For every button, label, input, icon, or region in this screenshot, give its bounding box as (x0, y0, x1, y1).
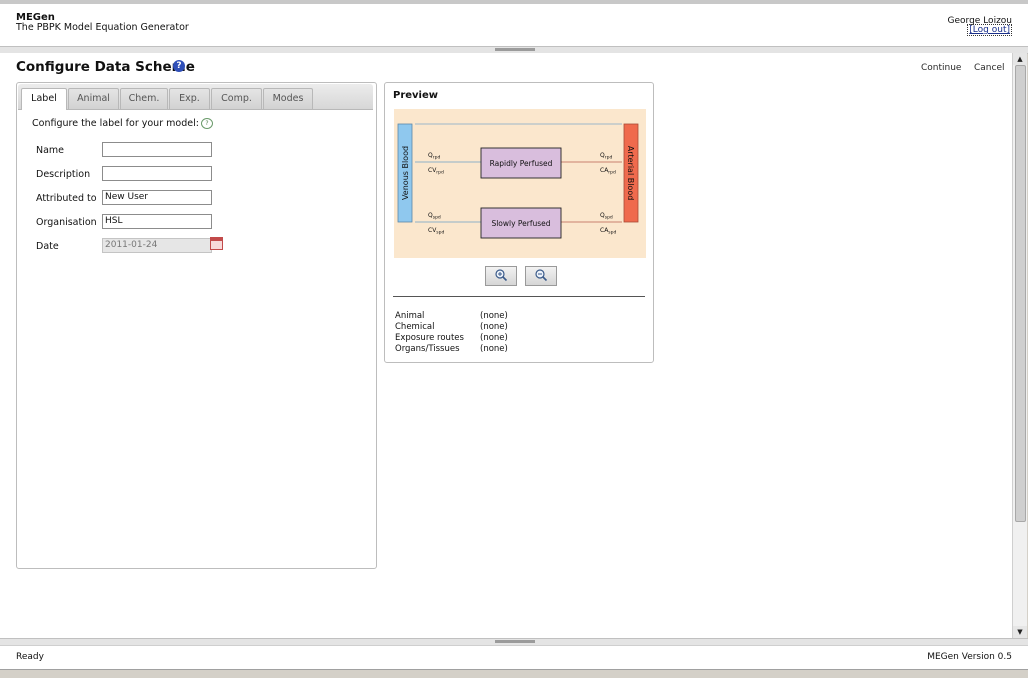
description-label: Description (36, 169, 91, 180)
status-bar: Ready MEGen Version 0.5 (0, 645, 1028, 670)
preview-divider (393, 296, 645, 297)
zoom-in-button[interactable] (485, 266, 517, 286)
summary-row-exposure: Exposure routes (none) (395, 333, 508, 343)
cancel-link[interactable]: Cancel (974, 63, 1005, 73)
scroll-thumb[interactable] (1015, 65, 1026, 522)
date-field: 2011-01-24 (102, 238, 212, 253)
summary-row-animal: Animal (none) (395, 311, 508, 321)
organisation-field[interactable]: HSL (102, 214, 212, 229)
model-diagram: Venous Blood Arterial Blood Rapidly Perf… (394, 109, 646, 258)
calendar-icon[interactable] (210, 237, 223, 250)
summary-key: Chemical (395, 322, 435, 332)
rapidly-perfused-label: Rapidly Perfused (490, 159, 553, 168)
summary-value: (none) (480, 322, 508, 332)
app-header: MEGen The PBPK Model Equation Generator … (0, 4, 1028, 47)
configuration-panel: Label Animal Chem. Exp. Comp. Modes Conf… (16, 82, 377, 569)
status-text: Ready (16, 652, 44, 662)
summary-key: Organs/Tissues (395, 344, 460, 354)
name-label: Name (36, 145, 65, 156)
splitter-grip[interactable] (495, 640, 535, 643)
zoom-out-icon (535, 269, 548, 282)
splitter-grip[interactable] (495, 48, 535, 51)
vertical-scrollbar[interactable]: ▲ ▼ (1012, 53, 1027, 638)
logout-link[interactable]: [Log out] (967, 24, 1012, 36)
tab-animal[interactable]: Animal (68, 88, 119, 109)
summary-value: (none) (480, 333, 508, 343)
attributed-to-field[interactable]: New User (102, 190, 212, 205)
slowly-perfused-label: Slowly Perfused (491, 219, 550, 228)
scroll-down-icon[interactable]: ▼ (1013, 626, 1027, 638)
description-field[interactable] (102, 166, 212, 181)
tab-modes[interactable]: Modes (263, 88, 313, 109)
preview-panel: Preview Venous Blood Arterial Blood Rapi… (384, 82, 654, 363)
app-subtitle: The PBPK Model Equation Generator (16, 22, 189, 33)
zoom-out-button[interactable] (525, 266, 557, 286)
tab-compartments[interactable]: Comp. (211, 88, 262, 109)
tab-label[interactable]: Label (21, 88, 67, 110)
date-label: Date (36, 241, 59, 252)
speech-bubble-icon[interactable]: ? (201, 118, 213, 129)
form-intro: Configure the label for your model: (32, 118, 199, 129)
organisation-label: Organisation (36, 217, 97, 228)
tab-chemical[interactable]: Chem. (120, 88, 168, 109)
summary-row-organs: Organs/Tissues (none) (395, 344, 508, 354)
tab-bar: Label Animal Chem. Exp. Comp. Modes (18, 84, 373, 110)
summary-key: Exposure routes (395, 333, 464, 343)
arterial-blood-label: Arterial Blood (626, 146, 635, 201)
zoom-in-icon (495, 269, 508, 282)
preview-title: Preview (393, 90, 439, 101)
question-circle-icon[interactable]: ? (173, 60, 185, 72)
summary-value: (none) (480, 311, 508, 321)
tab-exposure[interactable]: Exp. (169, 88, 210, 109)
venous-blood-label: Venous Blood (401, 146, 410, 200)
version-text: MEGen Version 0.5 (927, 652, 1012, 662)
name-field[interactable] (102, 142, 212, 157)
attributed-to-label: Attributed to (36, 193, 97, 204)
summary-row-chemical: Chemical (none) (395, 322, 508, 332)
summary-value: (none) (480, 344, 508, 354)
summary-key: Animal (395, 311, 425, 321)
continue-link[interactable]: Continue (921, 63, 961, 73)
scroll-up-icon[interactable]: ▲ (1013, 53, 1027, 65)
main-content: Configure Data Scheme ? Continue Cancel … (0, 53, 1012, 638)
page-title: Configure Data Scheme (16, 59, 195, 75)
